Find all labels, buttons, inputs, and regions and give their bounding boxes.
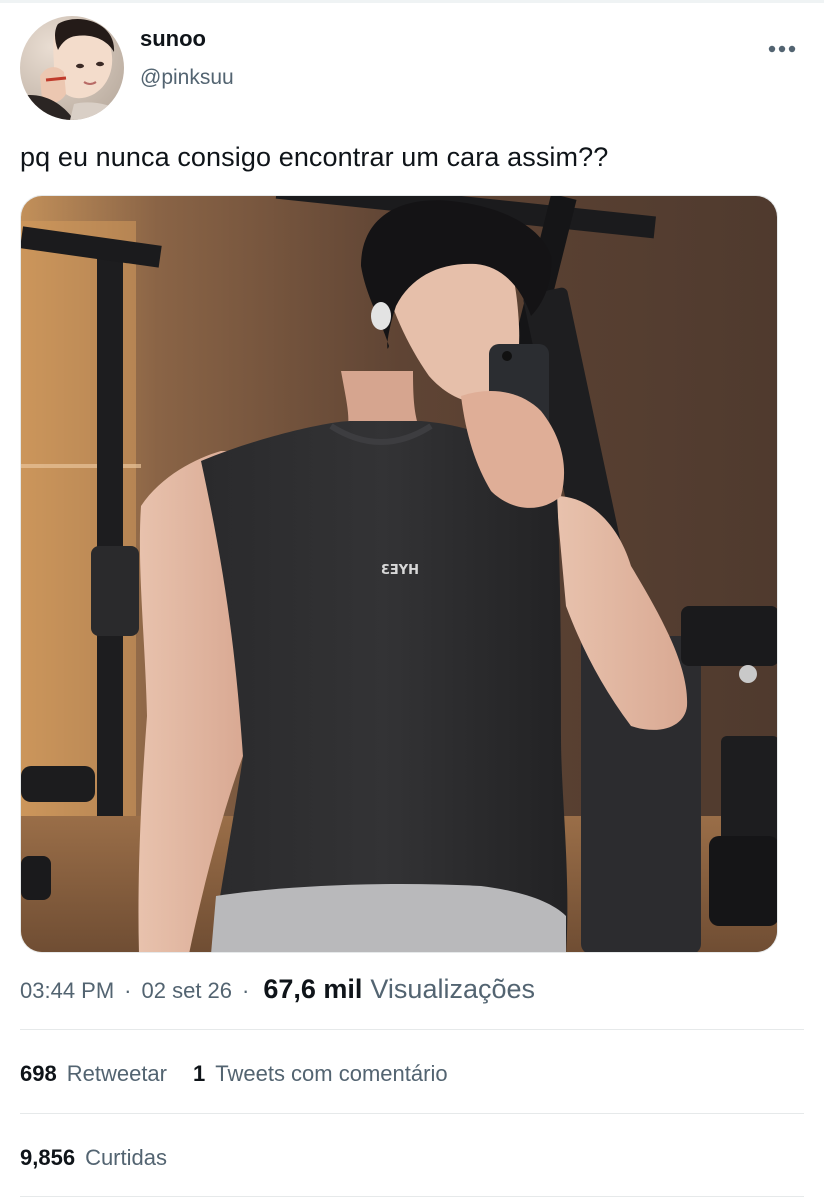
avatar[interactable] [20, 16, 124, 120]
likes-stats: 9,856 Curtidas [20, 1145, 167, 1171]
likes-link[interactable]: 9,856 Curtidas [20, 1145, 167, 1171]
likes-label: Curtidas [85, 1145, 167, 1170]
engagement-stats: 698 Retweetar 1 Tweets com comentário [20, 1061, 448, 1087]
views-count: 67,6 mil [263, 974, 363, 1004]
quote-tweets-count: 1 [193, 1061, 206, 1086]
tweet-meta: 03:44 PM · 02 set 26 · 67,6 mil Visualiz… [20, 974, 535, 1010]
divider [20, 1029, 804, 1030]
tweet-photo[interactable]: HYE3 [20, 195, 778, 953]
more-horizontal-icon[interactable] [764, 36, 800, 62]
views-label: Visualizações [370, 974, 536, 1004]
likes-count: 9,856 [20, 1145, 76, 1170]
retweets-link[interactable]: 698 Retweetar [20, 1061, 167, 1087]
shirt-print: HYE3 [381, 563, 419, 578]
divider [20, 1196, 804, 1197]
tweet-date[interactable]: 02 set 26 [142, 978, 233, 1004]
retweets-count: 698 [20, 1061, 57, 1086]
quote-tweets-link[interactable]: 1 Tweets com comentário [193, 1061, 448, 1087]
meta-separator: · [242, 978, 250, 1003]
display-name[interactable]: sunoo [140, 26, 206, 52]
quote-tweets-label: Tweets com comentário [215, 1061, 448, 1086]
retweets-label: Retweetar [66, 1061, 167, 1086]
divider [20, 1113, 804, 1114]
user-handle[interactable]: @pinksuu [140, 66, 234, 90]
meta-separator: · [124, 978, 132, 1003]
tweet-time[interactable]: 03:44 PM [20, 978, 114, 1004]
tweet-text: pq eu nunca consigo encontrar um cara as… [20, 142, 609, 172]
avatar-image [20, 16, 124, 120]
top-border [0, 0, 824, 3]
